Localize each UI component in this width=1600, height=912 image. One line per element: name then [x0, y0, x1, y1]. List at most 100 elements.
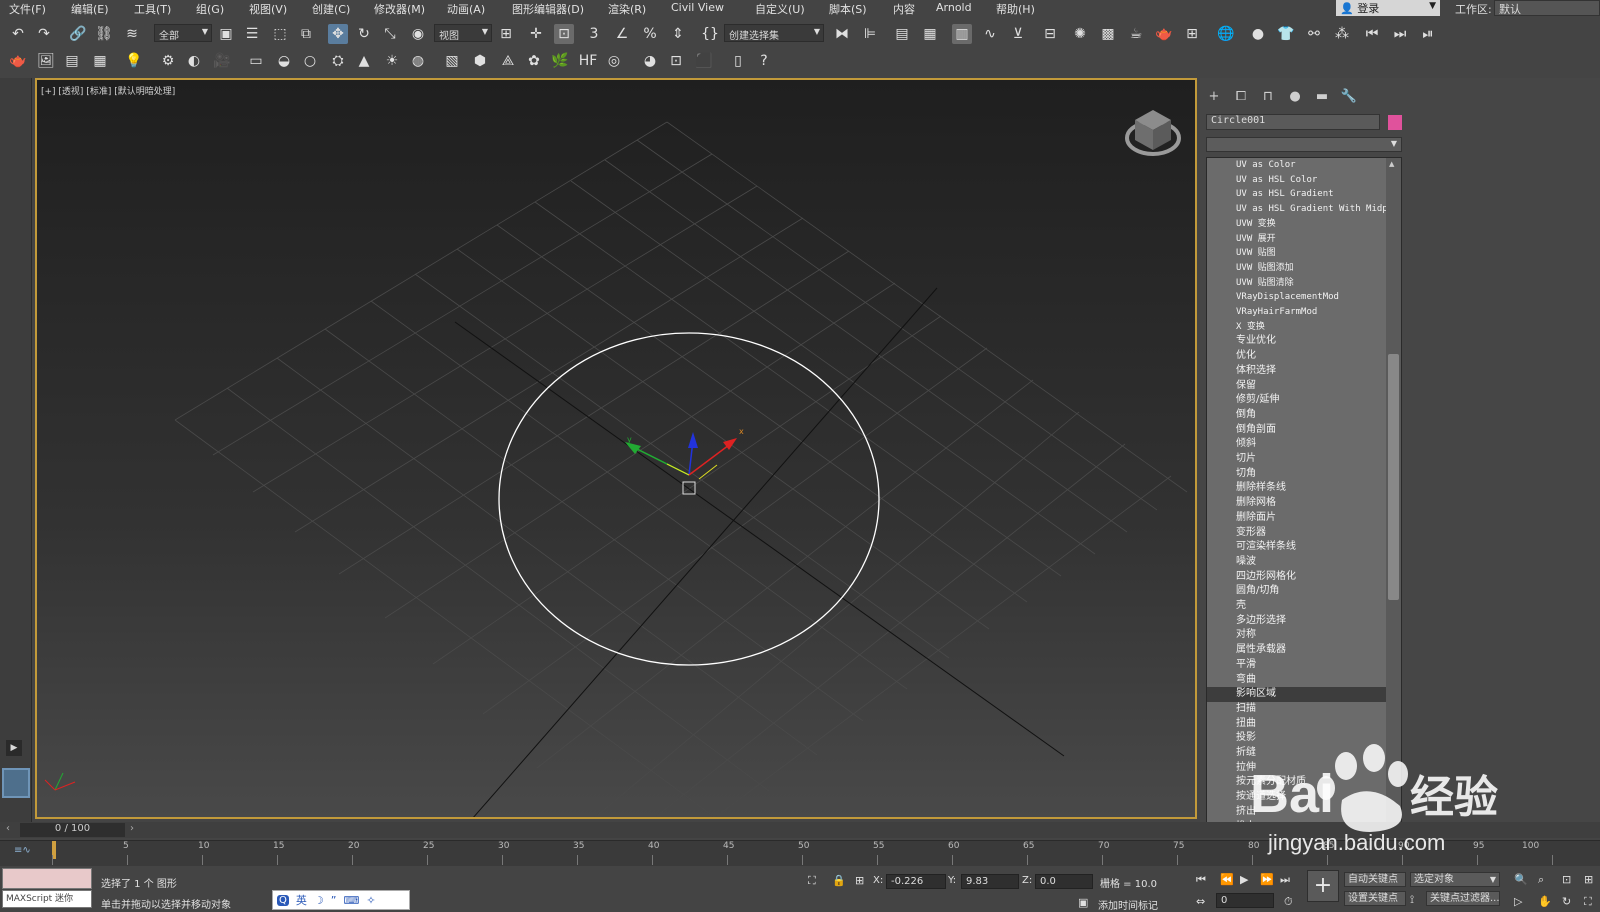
modifier-list-item[interactable]: 变形器: [1207, 526, 1386, 541]
menu-animation[interactable]: 动画(A): [447, 1, 485, 17]
modifier-list-item[interactable]: 四边形网格化: [1207, 570, 1386, 585]
modifier-list-item[interactable]: UV as HSL Gradient: [1207, 187, 1386, 202]
light-lister-icon[interactable]: 💡: [124, 51, 144, 71]
vray-toolbar-icon[interactable]: ⬛: [694, 51, 714, 71]
modifier-list-item[interactable]: 删除面片: [1207, 511, 1386, 526]
select-and-move-icon[interactable]: ✥: [328, 24, 348, 44]
curve-editor-mini-icon[interactable]: ≡∿: [14, 845, 31, 856]
modifier-list-item[interactable]: 噪波: [1207, 555, 1386, 570]
modifier-list-item[interactable]: 影响区域: [1207, 687, 1386, 702]
camera-icon[interactable]: 🎥: [212, 51, 232, 71]
render-cloud-icon[interactable]: ⊞: [1182, 24, 1202, 44]
modifier-list-item[interactable]: 切片: [1207, 452, 1386, 467]
zoom-icon[interactable]: 🔍: [1514, 873, 1528, 886]
set-key-button[interactable]: 设置关键点: [1344, 891, 1406, 906]
image-icon[interactable]: 🖼: [36, 51, 56, 71]
pivot-center-icon[interactable]: ⊞: [496, 24, 516, 44]
play-icon[interactable]: ▶: [1240, 873, 1248, 886]
sphere-icon[interactable]: ●: [1248, 24, 1268, 44]
create-tab-plus-icon[interactable]: +: [1204, 86, 1224, 106]
render-iterative-icon[interactable]: ⏯: [1418, 24, 1438, 44]
maxscript-mini-listener[interactable]: MAXScript 迷你: [2, 890, 92, 908]
maximize-viewport-icon[interactable]: ⛶: [1584, 895, 1592, 909]
selected-object-dropdown[interactable]: 选定对象 ▼: [1410, 872, 1500, 887]
modifier-list[interactable]: UV as Color UV as HSL Color UV as HSL Grad…: [1206, 157, 1402, 829]
render-last-icon[interactable]: ⏮: [1362, 24, 1382, 44]
modifier-list-item[interactable]: 壳: [1207, 599, 1386, 614]
next-frame-icon[interactable]: ›: [130, 823, 134, 834]
bind-space-warp-icon[interactable]: ≋: [122, 24, 142, 44]
lock-icon[interactable]: 🔒: [832, 874, 846, 887]
render-active-icon[interactable]: ⏭: [1390, 24, 1410, 44]
zoom-extents-all-icon[interactable]: ⊞: [1584, 873, 1593, 886]
modifier-list-item[interactable]: 平滑: [1207, 658, 1386, 673]
goto-start-icon[interactable]: ⏮: [1196, 873, 1206, 887]
modifier-list-item[interactable]: 删除样条线: [1207, 481, 1386, 496]
zoom-extents-icon[interactable]: ⊡: [1562, 873, 1571, 886]
ornatrix-icon[interactable]: ◎: [604, 51, 624, 71]
material-editor-icon[interactable]: ✺: [1070, 24, 1090, 44]
menu-edit[interactable]: 编辑(E): [71, 1, 109, 17]
menu-create[interactable]: 创建(C): [312, 1, 350, 17]
modifier-list-item[interactable]: 删除网格: [1207, 496, 1386, 511]
vray-proxy-icon[interactable]: ⬢: [470, 51, 490, 71]
tool-icon[interactable]: ✧: [366, 894, 375, 907]
fur-object-icon[interactable]: ✿: [524, 51, 544, 71]
menu-view[interactable]: 视图(V): [249, 1, 287, 17]
spinner-snap-icon[interactable]: ⇕: [668, 24, 688, 44]
modifier-list-item[interactable]: 属性承载器: [1207, 643, 1386, 658]
zoom-all-icon[interactable]: ⌕: [1538, 873, 1544, 887]
menu-scripting[interactable]: 脚本(S): [829, 1, 867, 17]
proxy-icon[interactable]: ◐: [184, 51, 204, 71]
workspace-select[interactable]: 默认: [1494, 0, 1600, 16]
modifier-list-item[interactable]: 倾斜: [1207, 437, 1386, 452]
undo-icon[interactable]: ↶: [8, 24, 28, 44]
modifier-list-item[interactable]: 倒角: [1207, 408, 1386, 423]
mesh-export-icon[interactable]: ⟁: [498, 51, 518, 71]
modifier-list-item[interactable]: 优化: [1207, 349, 1386, 364]
current-frame-field[interactable]: 0: [1216, 893, 1274, 908]
pan-icon[interactable]: ✋: [1538, 895, 1552, 908]
key-filters-button[interactable]: 关键点过滤器...: [1426, 891, 1500, 906]
modifier-list-item[interactable]: 倒角剖面: [1207, 423, 1386, 438]
modifier-list-item[interactable]: 切角: [1207, 467, 1386, 482]
modifier-list-item[interactable]: 专业优化: [1207, 334, 1386, 349]
render-setup-icon[interactable]: ▩: [1098, 24, 1118, 44]
menu-customize[interactable]: 自定义(U): [755, 1, 805, 17]
menu-group[interactable]: 组(G): [196, 1, 224, 17]
modifier-list-item[interactable]: UVW 展开: [1207, 232, 1386, 247]
scene-converter-icon[interactable]: ⊡: [666, 51, 686, 71]
layer-explorer-icon[interactable]: ▦: [920, 24, 940, 44]
keyboard-icon[interactable]: ⌨: [343, 894, 359, 907]
modifier-list-item[interactable]: X 变换: [1207, 320, 1386, 335]
window-crossing-icon[interactable]: ⧉: [296, 24, 316, 44]
add-key-plus-icon[interactable]: +: [1307, 870, 1339, 902]
modifier-list-item[interactable]: 修剪/延伸: [1207, 393, 1386, 408]
dope-sheet-icon[interactable]: ⊻: [1008, 24, 1028, 44]
unlink-icon[interactable]: ⛓: [94, 24, 114, 44]
modifier-list-item[interactable]: UV as HSL Color: [1207, 173, 1386, 188]
modifier-list-item[interactable]: UVW 贴图添加: [1207, 261, 1386, 276]
sphere-light-icon[interactable]: ○: [300, 51, 320, 71]
modifier-list-item[interactable]: UV as HSL Gradient With Midpo: [1207, 202, 1386, 217]
mirror-icon[interactable]: ⧓: [832, 24, 852, 44]
rect-selection-icon[interactable]: ⬚: [270, 24, 290, 44]
moon-icon[interactable]: ☽: [314, 894, 324, 907]
redo-icon[interactable]: ↷: [34, 24, 54, 44]
prev-key-icon[interactable]: ⏪: [1220, 873, 1234, 886]
x-coordinate-field[interactable]: -0.226: [886, 874, 946, 889]
snaps-toggle-icon[interactable]: 3: [584, 24, 604, 44]
key-filter-icon[interactable]: ⟟: [1410, 893, 1414, 907]
z-coordinate-field[interactable]: 0.0: [1035, 874, 1093, 889]
modifier-list-scrollbar[interactable]: ▲: [1386, 158, 1401, 828]
viewport-layout-thumbnail[interactable]: [2, 768, 30, 798]
manipulate-icon[interactable]: ✛: [526, 24, 546, 44]
utilities-tab-wrench-icon[interactable]: 🔧: [1339, 86, 1359, 106]
hierarchy-tab-icon[interactable]: ⊓: [1258, 86, 1278, 106]
keyboard-shortcut-override-icon[interactable]: ⊡: [554, 24, 574, 44]
dome-light-icon[interactable]: ◒: [274, 51, 294, 71]
scroll-up-icon[interactable]: ▲: [1389, 160, 1394, 168]
display-tab-icon[interactable]: ▬: [1312, 86, 1332, 106]
time-tag-icon[interactable]: ▣: [1078, 896, 1088, 909]
menu-graph-editors[interactable]: 图形编辑器(D): [512, 1, 584, 17]
